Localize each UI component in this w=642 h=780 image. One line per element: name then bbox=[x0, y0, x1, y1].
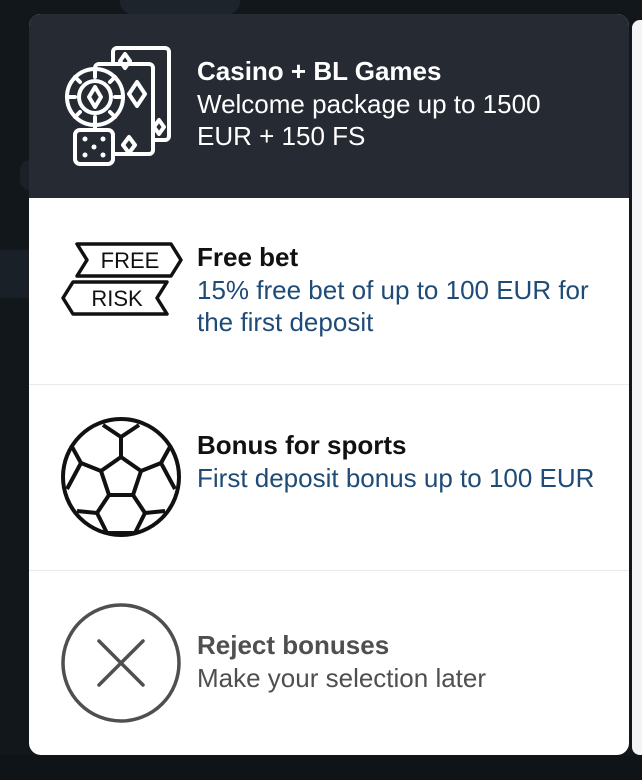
bonus-option-reject[interactable]: Reject bonuses Make your selection later bbox=[29, 571, 629, 755]
option-description: Make your selection later bbox=[197, 663, 487, 693]
free-risk-ribbons-icon: FREE RISK bbox=[59, 240, 184, 365]
close-circle-icon bbox=[61, 601, 186, 726]
option-description: First deposit bonus up to 100 EUR bbox=[197, 463, 595, 493]
backdrop-bottom bbox=[0, 755, 642, 780]
bonus-option-casino[interactable]: Casino + BL Games Welcome package up to … bbox=[29, 14, 629, 198]
option-description: Welcome package up to 1500 EUR + 150 FS bbox=[197, 89, 541, 151]
bonus-option-sports[interactable]: Bonus for sports First deposit bonus up … bbox=[29, 385, 629, 571]
risk-label: RISK bbox=[91, 286, 143, 311]
free-label: FREE bbox=[100, 248, 160, 273]
soccer-ball-icon bbox=[59, 415, 184, 540]
bonus-option-free-bet[interactable]: FREE RISK Free bet 15% free bet of up to… bbox=[29, 198, 629, 385]
backdrop-shape bbox=[0, 250, 30, 298]
option-title: Free bet bbox=[197, 242, 299, 272]
option-description: 15% free bet of up to 100 EUR for the fi… bbox=[197, 275, 589, 337]
backdrop-panel-edge bbox=[632, 20, 642, 755]
cards-chip-dice-icon bbox=[65, 42, 190, 167]
backdrop-shape bbox=[120, 0, 240, 14]
option-title: Bonus for sports bbox=[197, 430, 407, 460]
option-title: Casino + BL Games bbox=[197, 56, 442, 86]
option-title: Reject bonuses bbox=[197, 630, 390, 660]
bonus-selection-sheet: Casino + BL Games Welcome package up to … bbox=[29, 14, 629, 755]
